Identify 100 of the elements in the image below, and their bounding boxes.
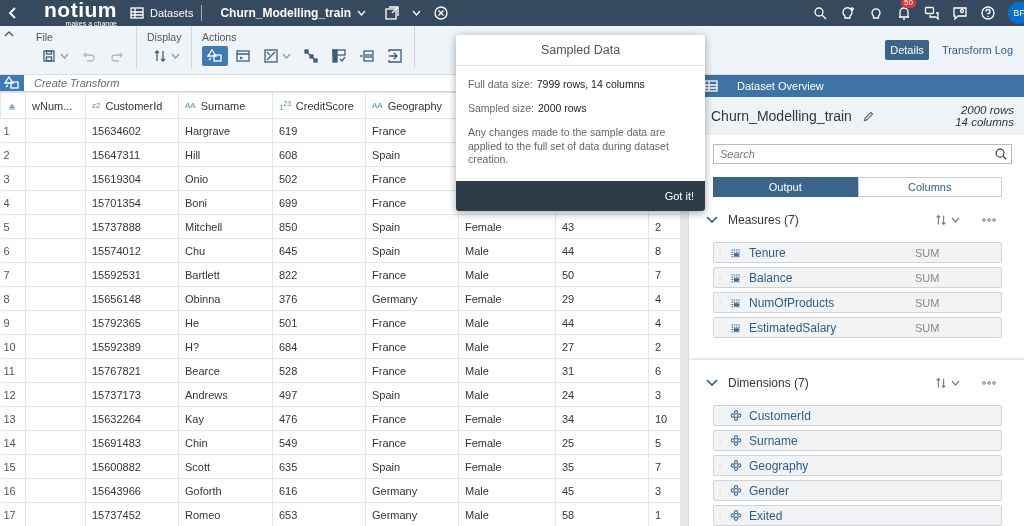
close-button[interactable] <box>433 5 450 21</box>
table-cell: Female <box>458 286 556 311</box>
popover-title: Sampled Data <box>456 35 705 66</box>
dimension-icon <box>729 484 743 497</box>
table-cell: France <box>365 430 459 455</box>
field-item[interactable]: Exited <box>713 505 1002 526</box>
table-cell: He <box>178 310 273 335</box>
caret-icon <box>60 53 69 59</box>
table-cell: 29 <box>555 286 649 311</box>
segment-button[interactable]: Output <box>713 177 858 197</box>
view-tab[interactable]: Details <box>885 40 929 60</box>
notifications-button[interactable] <box>896 5 912 21</box>
open-window-button[interactable] <box>384 5 401 21</box>
table-icon <box>129 5 145 21</box>
window-icon <box>384 5 401 21</box>
table-cell: 50 <box>555 262 649 287</box>
row-number: 6 <box>0 238 26 263</box>
save-icon <box>41 48 57 64</box>
console-icon <box>235 48 251 64</box>
help-icon <box>980 5 996 21</box>
idea-add-button[interactable] <box>840 5 856 21</box>
search-button[interactable] <box>812 5 828 21</box>
user-avatar[interactable]: BF <box>1008 2 1024 24</box>
table-cell: 15592389 <box>85 334 179 359</box>
row-number: 3 <box>0 166 26 191</box>
table-cell: 25 <box>555 430 649 455</box>
table-cell: 635 <box>272 454 366 479</box>
image-icon <box>263 48 279 64</box>
column-header[interactable]: z2 CustomerId <box>85 92 179 119</box>
table-cell: 15592531 <box>85 262 179 287</box>
edit-button[interactable] <box>861 109 875 123</box>
table-cell: 497 <box>272 382 366 407</box>
table-cell: 850 <box>272 214 366 239</box>
field-item[interactable]: Tenure SUM <box>713 242 1002 263</box>
chat-icon <box>924 5 940 21</box>
table-cell: 7 <box>648 262 681 287</box>
segment-button[interactable]: Columns <box>857 177 1002 197</box>
table-cell: 8 <box>648 238 681 263</box>
chat-button[interactable] <box>924 5 940 21</box>
caret-icon <box>412 10 422 16</box>
table-cell: 502 <box>272 166 366 191</box>
feedback-button[interactable] <box>952 5 968 21</box>
chevron-button[interactable] <box>706 379 718 387</box>
search-icon <box>812 5 828 21</box>
table-cell: 15691483 <box>85 430 179 455</box>
field-item[interactable]: Balance SUM <box>713 267 1002 288</box>
dataset-title[interactable]: Churn_Modelling_train <box>214 5 373 21</box>
column-header[interactable]: 1$^{23}$ CreditScore <box>272 92 366 119</box>
row-number: 8 <box>0 286 26 311</box>
table-cell: 31 <box>555 358 649 383</box>
table-cell: France <box>365 310 459 335</box>
table-cell: H? <box>178 334 273 359</box>
field-item[interactable]: CustomerId <box>713 405 1002 426</box>
dimension-icon <box>729 409 743 422</box>
table-cell: 35 <box>555 454 649 479</box>
transform-button[interactable] <box>0 75 24 91</box>
tool-button[interactable] <box>202 46 228 66</box>
row-number: 16 <box>0 478 26 503</box>
field-item[interactable]: Geography <box>713 455 1002 476</box>
table-cell: Boni <box>178 190 273 215</box>
row-number: 2 <box>0 142 26 167</box>
table-cell: 15643966 <box>85 478 179 503</box>
align-icon <box>359 48 375 64</box>
column-header[interactable]: AA Surname <box>178 92 273 119</box>
nodes-icon <box>303 48 319 64</box>
menu-caret-button[interactable] <box>412 10 422 16</box>
view-tab[interactable]: Transform Log <box>936 40 1018 60</box>
table-cell: 616 <box>272 478 366 503</box>
table-cell: 619 <box>272 118 366 143</box>
type-icon: AA <box>185 101 196 110</box>
table-cell: 15619304 <box>85 166 179 191</box>
fact-label: Sampled size: <box>468 102 534 114</box>
fact-label: Full data size: <box>468 78 533 90</box>
back-button[interactable] <box>8 6 18 20</box>
bulb-plus-icon <box>840 5 856 21</box>
collapse-icon[interactable] <box>4 30 14 37</box>
column-header[interactable]: wNum... <box>25 92 86 119</box>
table-cell: 15767821 <box>85 358 179 383</box>
table-cell: 10 <box>648 406 681 431</box>
idea-button[interactable] <box>868 5 884 21</box>
shapes-icon <box>4 75 20 91</box>
field-item[interactable]: EstimatedSalary SUM <box>713 317 1002 338</box>
search-field[interactable]: Search <box>713 144 1012 164</box>
caret-icon <box>357 10 367 16</box>
table-cell: France <box>365 358 459 383</box>
field-item[interactable]: Gender <box>713 480 1002 501</box>
table-cell: 528 <box>272 358 366 383</box>
table-cell: 684 <box>272 334 366 359</box>
table-cell: 24 <box>555 382 649 407</box>
got-it-button[interactable]: Got it! <box>662 187 696 204</box>
datasets-link[interactable]: Datasets <box>129 5 203 21</box>
table-cell: 376 <box>272 286 366 311</box>
table-cell: Male <box>458 478 556 503</box>
chevron-button[interactable] <box>706 216 718 224</box>
field-item[interactable]: NumOfProducts SUM <box>713 292 1002 313</box>
field-item[interactable]: Surname <box>713 430 1002 451</box>
table-cell: 476 <box>272 406 366 431</box>
help-button[interactable] <box>980 5 996 21</box>
row-number: 11 <box>0 358 26 383</box>
group-label: File <box>36 31 54 43</box>
